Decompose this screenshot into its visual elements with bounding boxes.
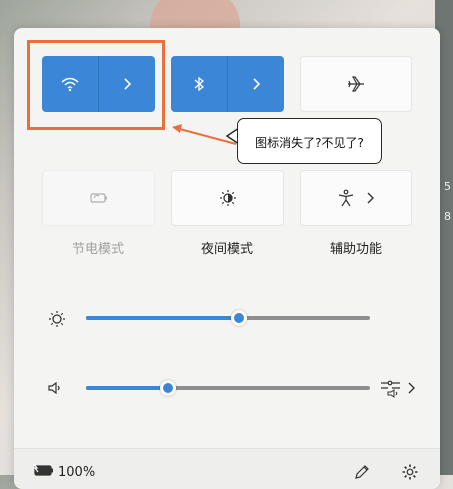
bluetooth-toggle[interactable] bbox=[171, 56, 227, 112]
accessibility-tile[interactable] bbox=[300, 170, 412, 226]
chevron-right-icon bbox=[408, 382, 415, 394]
bluetooth-tile[interactable] bbox=[171, 56, 284, 112]
callout-bubble: 图标消失了?不见了? bbox=[237, 118, 382, 164]
volume-thumb[interactable] bbox=[160, 380, 177, 396]
bluetooth-expand-button[interactable] bbox=[227, 56, 284, 112]
callout-text: 图标消失了?不见了? bbox=[255, 136, 364, 150]
battery-charging-icon bbox=[33, 463, 53, 476]
airplane-icon bbox=[348, 76, 364, 92]
battery-percentage: 100% bbox=[58, 465, 96, 480]
audio-output-button[interactable] bbox=[380, 378, 416, 398]
accessibility-icon bbox=[338, 189, 354, 207]
speaker-icon bbox=[48, 381, 60, 395]
airplane-mode-tile[interactable] bbox=[300, 56, 412, 112]
night-light-label: 夜间模式 bbox=[200, 242, 253, 257]
night-light-icon bbox=[219, 190, 236, 206]
quick-settings-footer: 100% bbox=[14, 448, 440, 489]
edge-glyph: 5 bbox=[444, 180, 451, 193]
battery-saver-tile[interactable] bbox=[42, 170, 155, 226]
pencil-icon[interactable] bbox=[353, 463, 371, 481]
bluetooth-icon bbox=[194, 76, 205, 92]
brightness-icon bbox=[49, 311, 65, 327]
gear-icon[interactable] bbox=[401, 463, 419, 481]
accessibility-label: 辅助功能 bbox=[329, 242, 382, 257]
battery-saver-label: 节电模式 bbox=[71, 242, 124, 257]
chevron-right-icon bbox=[367, 192, 374, 204]
brightness-slider[interactable] bbox=[86, 316, 370, 320]
edge-glyph: 8 bbox=[444, 210, 451, 223]
audio-output-icon bbox=[381, 380, 400, 398]
volume-slider[interactable] bbox=[86, 386, 370, 390]
highlight-box bbox=[27, 40, 165, 130]
chevron-right-icon bbox=[253, 78, 261, 90]
night-light-tile[interactable] bbox=[171, 170, 284, 226]
volume-fill bbox=[86, 386, 169, 390]
brightness-fill bbox=[86, 316, 240, 320]
battery-saver-icon bbox=[89, 193, 107, 203]
brightness-thumb[interactable] bbox=[231, 310, 248, 326]
